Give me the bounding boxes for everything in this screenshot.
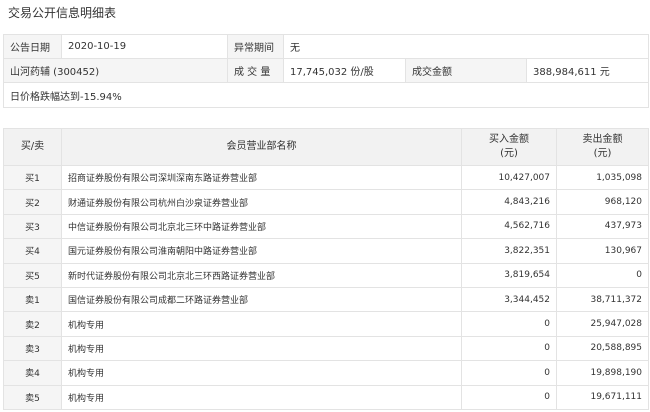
table-row: 买3 中信证券股份有限公司北京北三环中路证券营业部 4,562,716 437,… — [3, 213, 649, 240]
row-sell: 130,967 — [556, 238, 649, 264]
info-row-date: 公告日期 2020-10-19 异常期间 无 — [3, 34, 650, 59]
info-table: 公告日期 2020-10-19 异常期间 无 山河药辅 (300452) 成 交… — [2, 34, 650, 108]
header-sell: 卖出金额 (元) — [556, 128, 649, 166]
row-buy: 4,562,716 — [461, 213, 557, 240]
table-row: 买5 新时代证券股份有限公司北京北三环西路证券营业部 3,819,654 0 — [3, 262, 649, 288]
row-buy: 0 — [461, 335, 557, 362]
row-sell: 19,898,190 — [556, 360, 649, 386]
row-sell: 1,035,098 — [556, 164, 649, 191]
date-value: 2020-10-19 — [61, 34, 228, 59]
row-sell: 19,671,111 — [556, 384, 649, 410]
info-row-stock: 山河药辅 (300452) 成 交 量 17,745,032 份/股 成交金额 … — [3, 58, 650, 83]
amount-label: 成交金额 — [405, 58, 527, 83]
row-buy: 10,427,007 — [461, 164, 557, 191]
row-name: 机构专用 — [61, 384, 462, 410]
period-label: 异常期间 — [227, 34, 284, 59]
table-row: 卖3 机构专用 0 20,588,895 — [3, 335, 649, 362]
table-row: 卖1 国信证券股份有限公司成都二环路证券营业部 3,344,452 38,711… — [3, 286, 649, 313]
row-side: 卖4 — [3, 360, 62, 386]
row-buy: 0 — [461, 360, 557, 386]
row-sell: 437,973 — [556, 213, 649, 240]
row-side: 卖1 — [3, 286, 62, 313]
date-label: 公告日期 — [3, 34, 62, 59]
row-name: 机构专用 — [61, 311, 462, 337]
trade-table-header: 买/卖 会员营业部名称 买入金额 (元) 卖出金额 (元) — [3, 128, 649, 166]
reason-text: 日价格跌幅达到-15.94% — [2, 82, 650, 108]
info-row-reason: 日价格跌幅达到-15.94% — [2, 82, 650, 108]
row-buy: 3,819,654 — [461, 262, 557, 288]
page-title: 交易公开信息明细表 — [8, 6, 117, 20]
row-name: 中信证券股份有限公司北京北三环中路证券营业部 — [61, 213, 462, 240]
row-buy: 0 — [461, 311, 557, 337]
amount-value: 388,984,611 元 — [525, 58, 650, 83]
row-buy: 3,344,452 — [461, 286, 557, 313]
row-sell: 25,947,028 — [556, 311, 649, 337]
row-side: 买4 — [3, 238, 62, 264]
header-side: 买/卖 — [3, 128, 62, 166]
volume-value: 17,745,032 份/股 — [283, 58, 406, 83]
header-name: 会员营业部名称 — [61, 128, 462, 166]
table-row: 买4 国元证券股份有限公司淮南朝阳中路证券营业部 3,822,351 130,9… — [3, 238, 649, 264]
header-sell-label: 卖出金额 — [582, 134, 623, 145]
row-side: 买2 — [3, 189, 62, 215]
row-name: 机构专用 — [61, 360, 462, 386]
header-buy-label: 买入金额 — [489, 134, 529, 145]
row-name: 国元证券股份有限公司淮南朝阳中路证券营业部 — [61, 238, 462, 264]
period-value: 无 — [282, 34, 650, 59]
row-name: 财通证券股份有限公司杭州白沙泉证券营业部 — [61, 189, 462, 215]
table-row: 买2 财通证券股份有限公司杭州白沙泉证券营业部 4,843,216 968,12… — [3, 189, 649, 215]
row-name: 国信证券股份有限公司成都二环路证券营业部 — [61, 286, 462, 313]
header-buy-unit: (元) — [500, 148, 518, 159]
row-buy: 4,843,216 — [461, 189, 557, 215]
row-side: 买3 — [3, 213, 62, 240]
row-side: 买5 — [3, 262, 62, 288]
header-sell-unit: (元) — [593, 148, 612, 159]
row-buy: 0 — [461, 384, 557, 410]
table-row: 买1 招商证券股份有限公司深圳深南东路证券营业部 10,427,007 1,03… — [3, 164, 649, 191]
row-side: 卖2 — [3, 311, 62, 337]
table-row: 卖5 机构专用 0 19,671,111 — [3, 384, 649, 410]
row-buy: 3,822,351 — [461, 238, 557, 264]
trade-table: 买/卖 会员营业部名称 买入金额 (元) 卖出金额 (元) 买1 招商证券股份有… — [3, 128, 649, 410]
row-side: 卖3 — [3, 335, 62, 362]
row-name: 招商证券股份有限公司深圳深南东路证券营业部 — [61, 164, 462, 191]
volume-label: 成 交 量 — [227, 58, 284, 83]
row-name: 机构专用 — [61, 335, 462, 362]
row-name: 新时代证券股份有限公司北京北三环西路证券营业部 — [61, 262, 462, 288]
row-sell: 20,588,895 — [556, 335, 649, 362]
row-side: 卖5 — [3, 384, 62, 410]
row-side: 买1 — [3, 164, 62, 191]
row-sell: 0 — [556, 262, 649, 288]
table-row: 卖2 机构专用 0 25,947,028 — [3, 311, 649, 337]
row-sell: 968,120 — [556, 189, 649, 215]
stock-name: 山河药辅 (300452) — [3, 58, 228, 83]
header-buy: 买入金额 (元) — [461, 128, 557, 166]
table-row: 卖4 机构专用 0 19,898,190 — [3, 360, 649, 386]
row-sell: 38,711,372 — [556, 286, 649, 313]
